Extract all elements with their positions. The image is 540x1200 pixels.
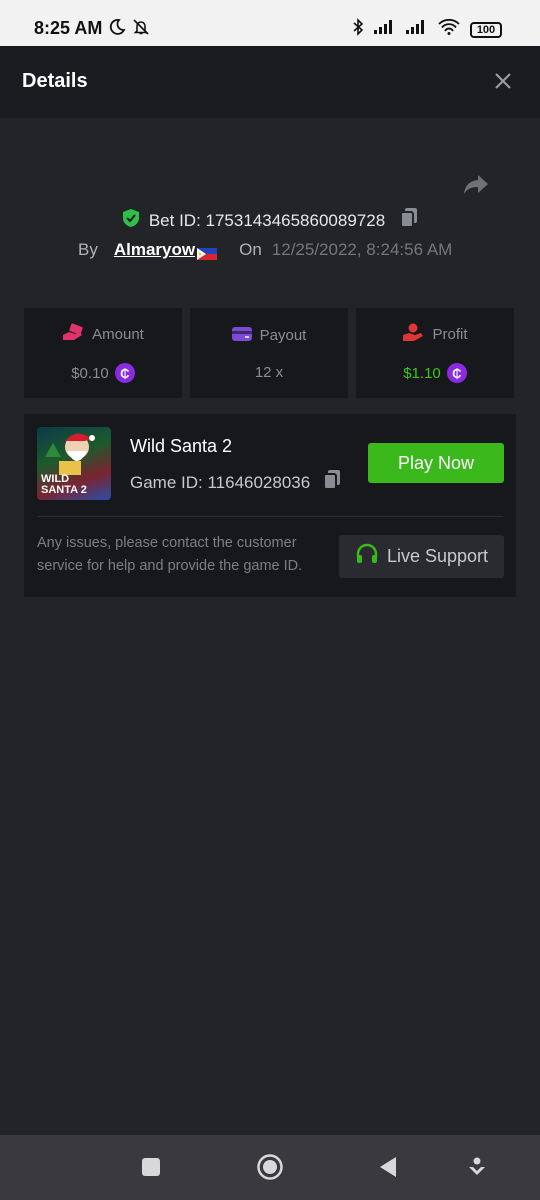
amount-label: Amount xyxy=(92,325,144,343)
coin-icon: ₵ xyxy=(114,363,135,383)
profit-icon xyxy=(402,323,424,345)
bell-off-icon xyxy=(132,18,150,41)
status-right-icons: 100 xyxy=(352,18,502,41)
payout-card: Payout 12 x xyxy=(190,308,348,398)
copy-icon[interactable] xyxy=(399,207,419,234)
username-text: Almaryow xyxy=(113,240,196,259)
game-thumb-title: WILD SANTA 2 xyxy=(41,473,87,496)
bluetooth-icon xyxy=(352,18,364,41)
coin-icon: ₵ xyxy=(446,363,467,383)
home-button[interactable] xyxy=(256,1153,284,1181)
bet-datetime: 12/25/2022, 8:24:56 AM xyxy=(271,240,453,259)
shield-check-icon xyxy=(121,208,141,233)
page-title: Details xyxy=(22,70,88,92)
nav-extra-icon[interactable] xyxy=(465,1155,489,1179)
bet-id-row: Bet ID: 1753143465860089728 xyxy=(0,207,540,234)
copy-icon[interactable] xyxy=(322,469,342,496)
card-icon xyxy=(231,326,252,346)
bet-id: Bet ID: 1753143465860089728 xyxy=(148,210,386,230)
bet-stats: Amount $0.10 ₵ Payout 12 x Profit $1.10 … xyxy=(24,308,514,398)
back-button[interactable] xyxy=(376,1155,400,1179)
money-hand-icon xyxy=(62,323,84,345)
divider xyxy=(37,516,503,517)
username-link[interactable]: Almaryow xyxy=(113,240,218,260)
signal-icon xyxy=(374,20,396,39)
support-hint: Any issues, please contact the customer … xyxy=(37,535,303,574)
game-card: WILD SANTA 2 Wild Santa 2 Game ID: 11646… xyxy=(24,414,516,597)
game-id-row: Game ID: 11646028036 xyxy=(130,469,342,496)
game-id: Game ID: 11646028036 xyxy=(130,472,311,492)
game-name: Wild Santa 2 xyxy=(130,436,233,456)
ph-flag-icon xyxy=(197,245,218,260)
headset-icon xyxy=(355,543,379,570)
live-support-label: Live Support xyxy=(386,546,489,566)
bet-meta-row: By Almaryow On 12/25/2022, 8:24:56 AM xyxy=(78,240,452,260)
system-nav-bar xyxy=(0,1135,540,1200)
profit-label: Profit xyxy=(432,325,468,343)
profit-card: Profit $1.10 ₵ xyxy=(356,308,514,398)
live-support-button[interactable]: Live Support xyxy=(339,535,504,578)
by-label: By xyxy=(78,240,98,259)
payout-label: Payout xyxy=(259,327,307,344)
play-now-button[interactable]: Play Now xyxy=(368,443,504,483)
wifi-icon xyxy=(438,18,460,40)
amount-value: $0.10 xyxy=(71,364,109,382)
details-header: Details xyxy=(0,46,540,118)
status-time: 8:25 AM xyxy=(34,18,103,38)
battery-icon: 100 xyxy=(470,21,502,38)
share-icon[interactable] xyxy=(462,170,490,198)
signal-icon xyxy=(406,20,428,39)
close-icon[interactable] xyxy=(492,70,514,92)
status-bar: 8:25 AM 100 xyxy=(0,0,540,46)
on-label: On xyxy=(239,240,262,259)
status-left-icons xyxy=(108,18,150,41)
profit-value: $1.10 xyxy=(403,364,441,382)
payout-value: 12 x xyxy=(254,363,284,381)
moon-icon xyxy=(108,18,126,41)
game-thumbnail[interactable]: WILD SANTA 2 xyxy=(37,427,111,500)
recents-button[interactable] xyxy=(139,1155,163,1179)
amount-card: Amount $0.10 ₵ xyxy=(24,308,182,398)
